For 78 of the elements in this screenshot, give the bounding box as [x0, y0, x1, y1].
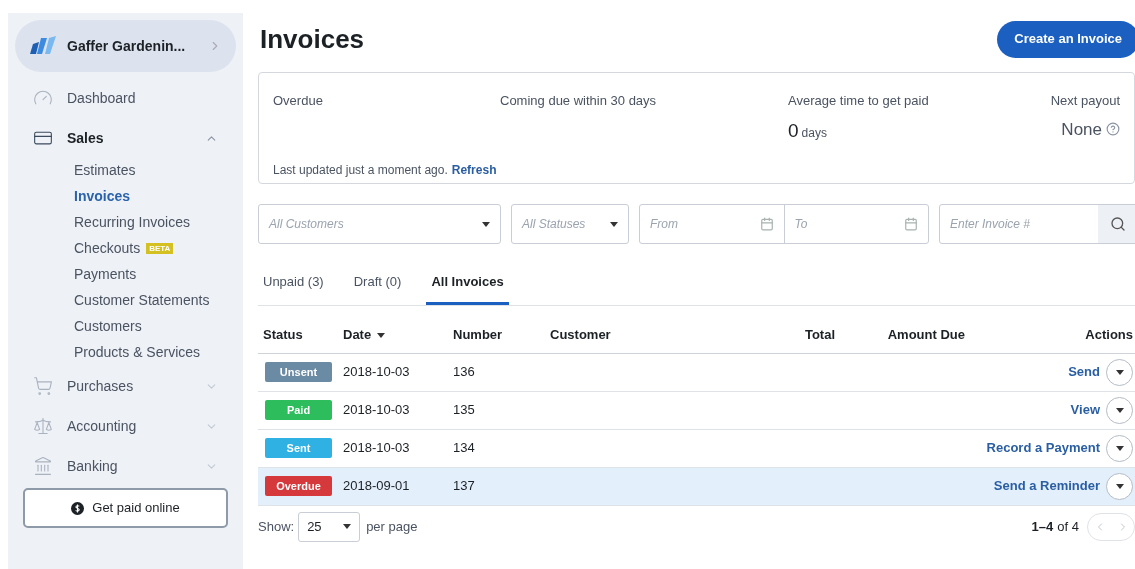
scale-icon — [33, 416, 53, 436]
next-payout-value: None — [1061, 118, 1102, 141]
action-link[interactable]: Send a Reminder — [993, 476, 1100, 496]
caret-icon — [377, 332, 386, 338]
number-cell: 136 — [453, 364, 475, 380]
status-badge: Sent — [265, 438, 332, 458]
caret-icon — [1115, 407, 1124, 413]
tab[interactable]: Unpaid (3) — [258, 272, 329, 305]
status-badge: Overdue — [265, 476, 332, 496]
action-link[interactable]: Send — [1068, 362, 1100, 382]
business-switcher[interactable]: Gaffer Gardenin... — [15, 20, 236, 72]
date-cell: 2018-10-03 — [343, 440, 410, 456]
nav-item[interactable]: Purchases — [15, 366, 236, 406]
nav-subitem[interactable]: Checkouts — [74, 237, 141, 259]
average-time-value: 0 — [788, 118, 799, 143]
coming-due-label: Coming due within 30 days — [500, 92, 658, 110]
page-title: Invoices — [260, 22, 365, 56]
column-header: Total — [803, 326, 835, 345]
nav-subitem[interactable]: Customer Statements — [74, 289, 210, 311]
column-header: Number — [453, 326, 504, 345]
total-text: of 4 — [1057, 517, 1079, 536]
logo-icon — [29, 36, 57, 56]
caret-icon — [1115, 445, 1124, 451]
caret-icon — [343, 524, 352, 529]
column-header: Actions — [1084, 326, 1134, 345]
more-actions-button[interactable] — [1106, 396, 1133, 424]
overdue-label: Overdue — [273, 92, 324, 110]
nav-subitem[interactable]: Estimates — [74, 159, 136, 181]
nav-subitem[interactable]: Products & Services — [74, 341, 201, 363]
last-updated-text: Last updated just a moment ago. — [273, 162, 448, 179]
average-time-label: Average time to get paid — [788, 92, 930, 110]
next-payout-label: Next payout — [1050, 92, 1120, 110]
nav-subitem[interactable]: Invoices — [74, 185, 131, 207]
date-cell: 2018-10-03 — [343, 364, 410, 380]
more-actions-button[interactable] — [1106, 472, 1133, 500]
nav-item[interactable]: Sales — [15, 118, 236, 158]
date-cell: 2018-09-01 — [343, 478, 410, 494]
dollar-icon — [71, 501, 85, 515]
caret-icon — [610, 221, 618, 227]
nav-subitem[interactable]: Customers — [74, 315, 142, 337]
column-header: Amount Due — [886, 326, 966, 345]
number-cell: 134 — [453, 440, 475, 456]
nav-item[interactable]: Dashboard — [15, 78, 236, 118]
per-page-label: per page — [366, 517, 418, 536]
nav-item[interactable]: Accounting — [15, 406, 236, 446]
column-header: Status — [262, 326, 304, 345]
status-badge: Paid — [265, 400, 332, 420]
caret-icon — [482, 221, 490, 227]
get-paid-button[interactable]: Get paid online — [23, 488, 228, 528]
create-invoice-button[interactable]: Create an Invoice — [997, 20, 1135, 58]
status-badge: Unsent — [265, 362, 332, 382]
business-name: Gaffer Gardenin... — [67, 36, 186, 56]
bank-icon — [33, 456, 53, 476]
date-cell: 2018-10-03 — [343, 402, 410, 418]
nav-item[interactable]: Banking — [15, 446, 236, 486]
beta-badge: BETA — [146, 242, 174, 254]
nav-subitem[interactable]: Recurring Invoices — [74, 211, 190, 233]
more-actions-button[interactable] — [1106, 358, 1133, 386]
help-icon[interactable] — [1106, 122, 1120, 137]
per-page-select[interactable]: 25 — [298, 511, 361, 542]
show-label: Show: — [258, 517, 295, 536]
table-row[interactable]: Overdue 2018-09-01 137 Send a Reminder — [258, 467, 1135, 506]
cart-icon — [33, 376, 53, 396]
caret-icon — [1115, 369, 1124, 375]
tab[interactable]: Draft (0) — [348, 272, 407, 305]
column-header: Customer — [550, 326, 612, 345]
column-header[interactable]: Date — [343, 325, 453, 345]
number-cell: 135 — [453, 402, 475, 418]
action-link[interactable]: Record a Payment — [986, 438, 1100, 458]
range-text: 1–4 — [1031, 517, 1054, 536]
caret-icon — [1115, 483, 1124, 489]
refresh-link[interactable]: Refresh — [451, 161, 497, 179]
number-cell: 137 — [453, 478, 475, 494]
average-time-unit: days — [801, 124, 827, 142]
more-actions-button[interactable] — [1106, 434, 1133, 462]
tab[interactable]: All Invoices — [426, 272, 509, 305]
nav-subitem[interactable]: Payments — [74, 263, 137, 285]
action-link[interactable]: View — [1070, 400, 1100, 420]
